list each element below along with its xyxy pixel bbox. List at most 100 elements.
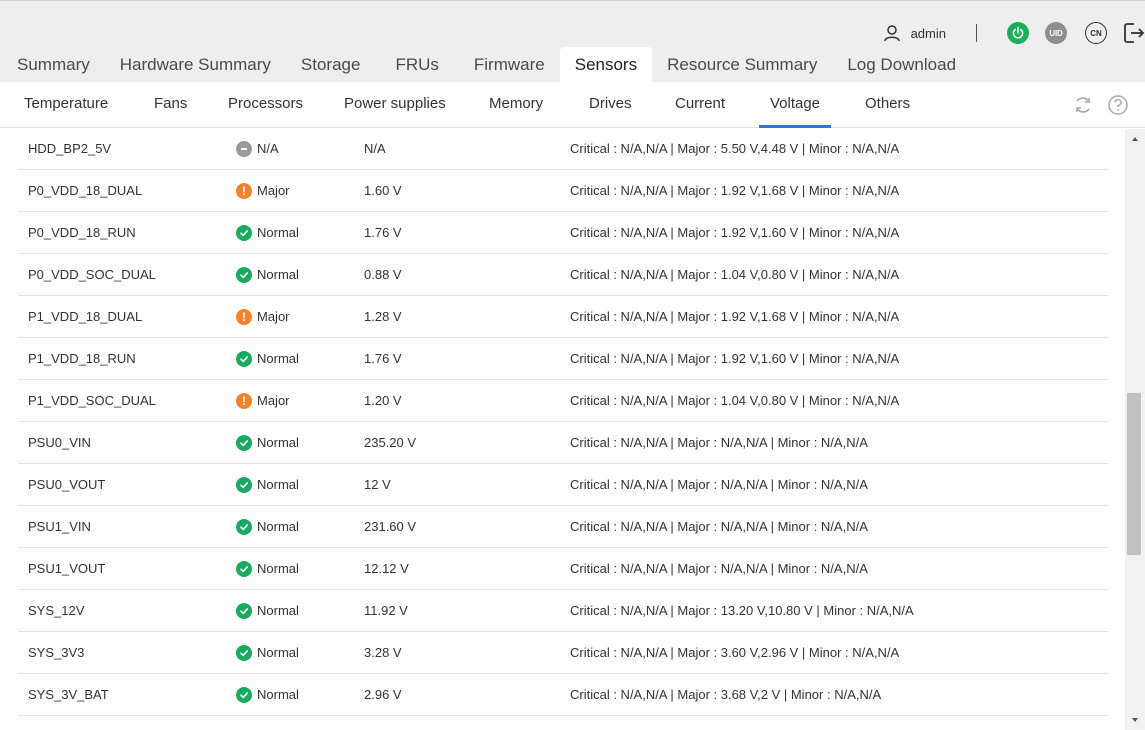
sensor-thresholds: Critical : N/A,N/A | Major : 1.92 V,1.68… xyxy=(570,309,900,324)
sensor-value: 1.20 V xyxy=(364,393,402,408)
tab-firmware[interactable]: Firmware xyxy=(459,47,560,83)
status-label: Normal xyxy=(257,477,299,492)
status-label: Normal xyxy=(257,225,299,240)
sensor-name: P1_VDD_SOC_DUAL xyxy=(28,393,156,408)
status-label: Normal xyxy=(257,603,299,618)
uid-button[interactable]: UID xyxy=(1045,22,1067,44)
subtab-fans[interactable]: Fans xyxy=(154,82,187,128)
check-circle-icon xyxy=(236,561,252,577)
table-row: SYS_3V_BAT Normal 2.96 V Critical : N/A,N/A… xyxy=(18,674,1109,716)
check-circle-icon xyxy=(236,687,252,703)
sensor-name: P0_VDD_18_DUAL xyxy=(28,183,143,198)
sensor-value: 3.28 V xyxy=(364,645,402,660)
scrollbar-thumb[interactable] xyxy=(1127,393,1141,555)
check-circle-icon xyxy=(236,477,252,493)
status-label: Normal xyxy=(257,645,299,660)
sensor-value: 231.60 V xyxy=(364,519,417,534)
subtab-memory[interactable]: Memory xyxy=(489,82,543,128)
table-row: HDD_BP2_5V N/A N/A Critical : N/A,N/A | Maj… xyxy=(18,129,1109,170)
sensor-thresholds: Critical : N/A,N/A | Major : N/A,N/A | M… xyxy=(570,561,868,576)
warning-icon: ! xyxy=(236,183,252,199)
tab-hardware-summary[interactable]: Hardware Summary xyxy=(105,47,286,83)
subtab-current[interactable]: Current xyxy=(675,82,725,128)
sensor-status: ! Major xyxy=(236,380,290,422)
sensor-thresholds: Critical : N/A,N/A | Major : 1.92 V,1.68… xyxy=(570,183,900,198)
sensor-value: 12 V xyxy=(364,477,391,492)
tab-sensors[interactable]: Sensors xyxy=(559,47,653,83)
tab-summary[interactable]: Summary xyxy=(0,47,105,83)
sensor-status: Normal xyxy=(236,254,299,296)
sensor-status: Normal xyxy=(236,338,299,380)
sensor-value: 0.88 V xyxy=(364,267,402,282)
sensor-value: 11.92 V xyxy=(364,603,408,618)
status-label: Major xyxy=(257,309,290,324)
subtab-processors[interactable]: Processors xyxy=(228,82,303,128)
tab-log-download[interactable]: Log Download xyxy=(832,47,971,83)
sub-tabs: Temperature Fans Processors Power suppli… xyxy=(0,82,1145,128)
sensor-thresholds: Critical : N/A,N/A | Major : 1.04 V,0.80… xyxy=(570,393,900,408)
sensor-name: P0_VDD_18_RUN xyxy=(28,225,136,240)
sensor-status: Normal xyxy=(236,548,299,590)
sensor-thresholds: Critical : N/A,N/A | Major : N/A,N/A | M… xyxy=(570,519,868,534)
user-area: admin UID CN xyxy=(883,19,1145,47)
sensor-name: PSU0_VOUT xyxy=(28,477,106,492)
subtab-others[interactable]: Others xyxy=(865,82,910,128)
status-label: Normal xyxy=(257,561,299,576)
sensor-name: P1_VDD_18_DUAL xyxy=(28,309,143,324)
warning-icon: ! xyxy=(236,393,252,409)
sensor-value: 235.20 V xyxy=(364,435,417,450)
main-tabs: Summary Hardware Summary Storage FRUs Fi… xyxy=(0,47,971,83)
power-button[interactable] xyxy=(1007,22,1029,44)
voltage-table: HDD_BP2_5V N/A N/A Critical : N/A,N/A | Maj… xyxy=(0,129,1125,730)
sensor-name: PSU1_VIN xyxy=(28,519,91,534)
sensor-value: 1.28 V xyxy=(364,309,402,324)
user-name[interactable]: admin xyxy=(911,26,946,41)
scroll-down-icon[interactable] xyxy=(1129,714,1141,726)
table-row: PSU0_VOUT Normal 12 V Critical : N/A,N/A | … xyxy=(18,464,1109,506)
sensor-thresholds: Critical : N/A,N/A | Major : 3.68 V,2 V … xyxy=(570,687,882,702)
sensor-thresholds: Critical : N/A,N/A | Major : 3.60 V,2.96… xyxy=(570,645,900,660)
check-circle-icon xyxy=(236,645,252,661)
sensor-value: N/A xyxy=(364,141,386,156)
check-circle-icon xyxy=(236,225,252,241)
warning-icon: ! xyxy=(236,309,252,325)
subtab-drives[interactable]: Drives xyxy=(589,82,632,128)
sensor-status: Normal xyxy=(236,464,299,506)
table-row: SYS_3V3 Normal 3.28 V Critical : N/A,N/A | … xyxy=(18,632,1109,674)
tab-storage[interactable]: Storage xyxy=(286,47,376,83)
tab-resource-summary[interactable]: Resource Summary xyxy=(652,47,832,83)
tab-frus[interactable]: FRUs xyxy=(375,47,458,83)
help-icon[interactable] xyxy=(1107,94,1129,116)
table-row: P1_VDD_SOC_DUAL ! Major 1.20 V Critical : N/… xyxy=(18,380,1109,422)
status-label: Normal xyxy=(257,351,299,366)
scrollbar[interactable] xyxy=(1125,129,1145,730)
sensor-name: PSU0_VIN xyxy=(28,435,91,450)
scroll-up-icon[interactable] xyxy=(1129,133,1141,145)
sensor-thresholds: Critical : N/A,N/A | Major : 1.92 V,1.60… xyxy=(570,225,900,240)
sensor-thresholds: Critical : N/A,N/A | Major : 13.20 V,10.… xyxy=(570,603,914,618)
header-separator xyxy=(976,24,977,42)
subtab-temperature[interactable]: Temperature xyxy=(24,82,108,128)
sensor-name: SYS_3V_BAT xyxy=(28,687,109,702)
status-label: Normal xyxy=(257,687,299,702)
language-button[interactable]: CN xyxy=(1085,22,1107,44)
sensor-status: Normal xyxy=(236,632,299,674)
power-icon xyxy=(1012,26,1024,39)
table-row: PSU1_VIN Normal 231.60 V Critical : N/A,N/A… xyxy=(18,506,1109,548)
check-circle-icon xyxy=(236,267,252,283)
sensor-value: 1.60 V xyxy=(364,183,402,198)
table-row: PSU0_VIN Normal 235.20 V Critical : N/A,N/A… xyxy=(18,422,1109,464)
sensor-status: Normal xyxy=(236,674,299,716)
subtab-voltage[interactable]: Voltage xyxy=(759,82,831,128)
status-label: Major xyxy=(257,183,290,198)
sensor-status: Normal xyxy=(236,422,299,464)
table-row: P0_VDD_18_DUAL! Major 1.60 V Critical : N/A… xyxy=(18,170,1109,212)
logout-icon[interactable] xyxy=(1121,21,1145,45)
sensor-value: 12.12 V xyxy=(364,561,409,576)
sensor-status: Normal xyxy=(236,590,299,632)
sensor-thresholds: Critical : N/A,N/A | Major : 1.92 V,1.60… xyxy=(570,351,900,366)
refresh-icon[interactable] xyxy=(1072,94,1094,116)
check-circle-icon xyxy=(236,435,252,451)
subtab-power-supplies[interactable]: Power supplies xyxy=(344,82,446,128)
sensor-thresholds: Critical : N/A,N/A | Major : 1.04 V,0.80… xyxy=(570,267,900,282)
